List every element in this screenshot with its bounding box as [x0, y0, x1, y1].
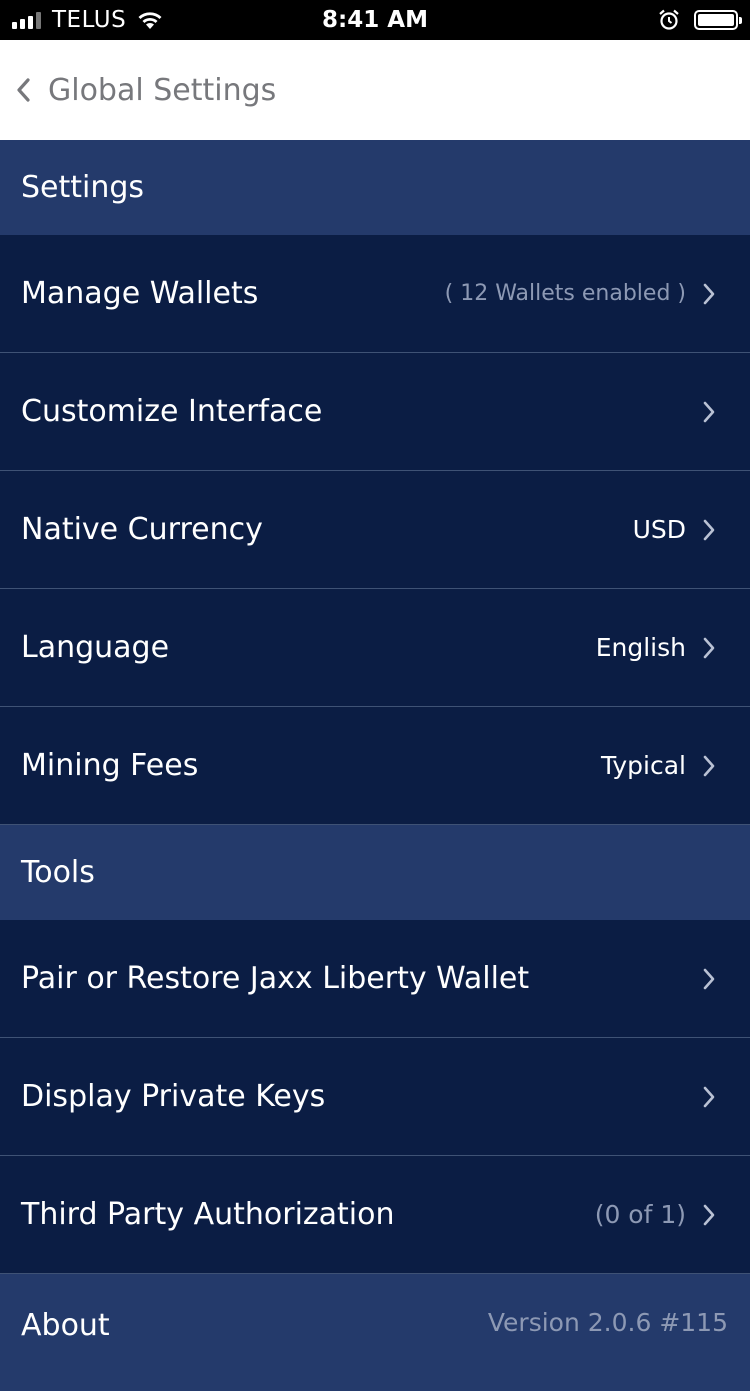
chevron-right-icon: [703, 637, 715, 658]
row-value: (0 of 1): [594, 1200, 686, 1229]
row-language[interactable]: Language English: [0, 589, 750, 707]
row-manage-wallets[interactable]: Manage Wallets ( 12 Wallets enabled ): [0, 235, 750, 353]
row-mining-fees[interactable]: Mining Fees Typical: [0, 707, 750, 825]
chevron-right-icon: [703, 519, 715, 540]
row-third-party-authorization[interactable]: Third Party Authorization (0 of 1): [0, 1156, 750, 1274]
row-label: Display Private Keys: [21, 1079, 326, 1114]
settings-list: Settings Manage Wallets ( 12 Wallets ena…: [0, 140, 750, 1391]
row-about[interactable]: About Version 2.0.6 #115: [0, 1274, 750, 1391]
row-pair-restore[interactable]: Pair or Restore Jaxx Liberty Wallet: [0, 920, 750, 1038]
chevron-right-icon: [703, 1086, 715, 1107]
row-display-private-keys[interactable]: Display Private Keys: [0, 1038, 750, 1156]
row-value: ( 12 Wallets enabled ): [444, 281, 686, 306]
chevron-right-icon: [703, 283, 715, 304]
chevron-right-icon: [703, 968, 715, 989]
section-header-tools: Tools: [0, 825, 750, 920]
status-bar: TELUS 8:41 AM: [0, 0, 750, 40]
back-chevron-icon: [17, 78, 30, 102]
battery-icon: [694, 10, 742, 30]
page-title: Global Settings: [48, 72, 277, 108]
nav-header: Global Settings: [0, 40, 750, 140]
row-label: Third Party Authorization: [21, 1197, 395, 1232]
row-label: About: [21, 1308, 110, 1343]
version-text: Version 2.0.6 #115: [487, 1308, 728, 1337]
row-value: English: [595, 633, 686, 662]
chevron-right-icon: [703, 755, 715, 776]
alarm-icon: [659, 9, 679, 30]
row-label: Language: [21, 630, 170, 665]
row-value: Typical: [601, 751, 686, 780]
status-right: [658, 0, 742, 40]
chevron-right-icon: [703, 1204, 715, 1225]
row-native-currency[interactable]: Native Currency USD: [0, 471, 750, 589]
chevron-right-icon: [703, 401, 715, 422]
row-label: Native Currency: [21, 512, 263, 547]
row-label: Pair or Restore Jaxx Liberty Wallet: [21, 961, 530, 996]
section-header-settings: Settings: [0, 140, 750, 235]
row-label: Customize Interface: [21, 394, 323, 429]
row-value: USD: [632, 515, 686, 544]
row-customize-interface[interactable]: Customize Interface: [0, 353, 750, 471]
status-time: 8:41 AM: [322, 7, 428, 33]
row-label: Manage Wallets: [21, 276, 259, 311]
back-button[interactable]: Global Settings: [0, 40, 276, 140]
row-label: Mining Fees: [21, 748, 199, 783]
